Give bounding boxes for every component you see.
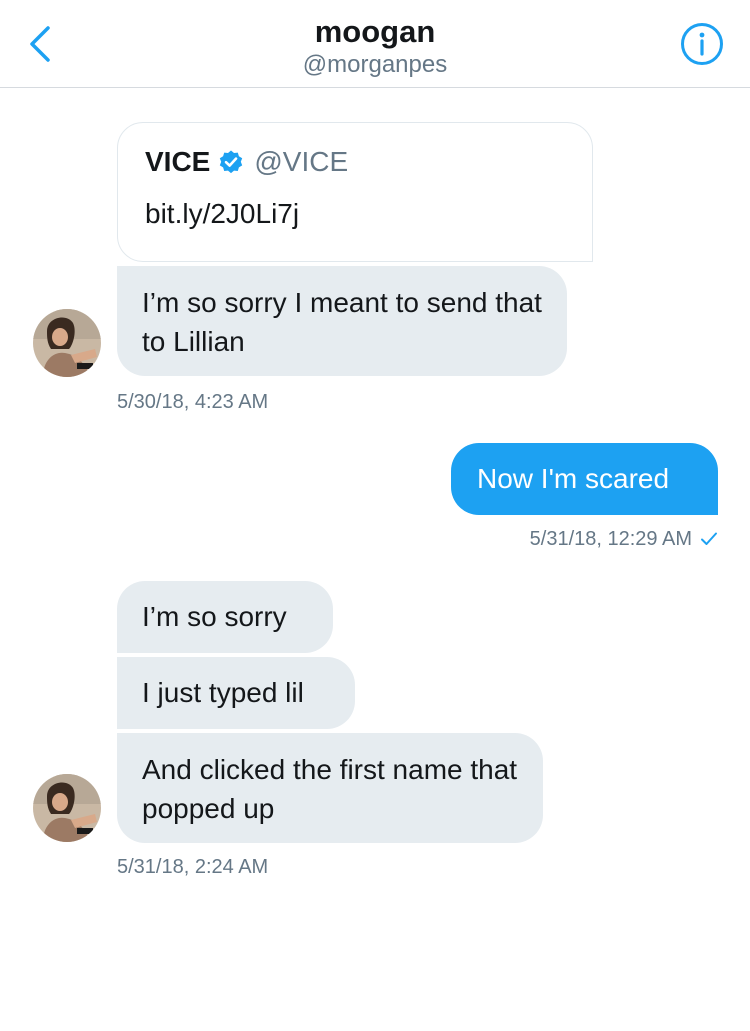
message-timestamp: 5/31/18, 12:29 AM <box>529 528 692 550</box>
conversation-title[interactable]: moogan @morganpes <box>0 14 750 80</box>
info-icon <box>680 22 724 66</box>
dm-conversation: moogan @morganpes VICE @VICE bit.ly/2J0L… <box>0 0 750 1031</box>
card-author-name: VICE <box>145 146 211 177</box>
message-bubble[interactable]: I’m so sorry I meant to send that to Lil… <box>117 266 567 376</box>
verified-badge-icon <box>218 149 244 175</box>
checkmark-icon <box>700 531 718 547</box>
info-button[interactable] <box>680 22 724 66</box>
shared-tweet-card[interactable]: VICE @VICE bit.ly/2J0Li7j <box>117 122 593 262</box>
card-author-handle: @VICE <box>254 146 349 177</box>
sent-message-bubble[interactable]: Now I'm scared <box>451 443 718 515</box>
sent-message-meta: 5/31/18, 12:29 AM <box>530 527 718 551</box>
card-author: VICE @VICE <box>145 145 348 179</box>
message-timestamp: 5/30/18, 4:23 AM <box>117 391 269 413</box>
message-timestamp: 5/31/18, 2:24 AM <box>117 856 269 878</box>
conversation-handle: @morganpes <box>302 51 448 78</box>
avatar[interactable] <box>33 309 101 377</box>
card-link[interactable]: bit.ly/2J0Li7j <box>145 197 299 231</box>
avatar[interactable] <box>33 774 101 842</box>
message-bubble[interactable]: I just typed lil <box>117 657 355 729</box>
conversation-header: moogan @morganpes <box>0 0 750 88</box>
message-bubble[interactable]: And clicked the first name that popped u… <box>117 733 543 843</box>
message-bubble[interactable]: I’m so sorry <box>117 581 333 653</box>
conversation-name: moogan <box>314 14 436 49</box>
